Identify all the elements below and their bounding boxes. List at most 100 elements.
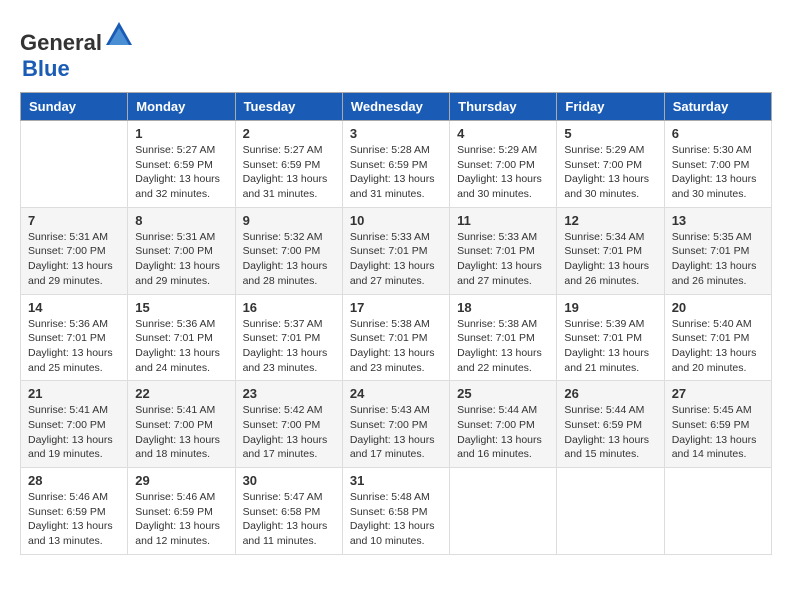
day-info: Sunrise: 5:47 AM Sunset: 6:58 PM Dayligh… xyxy=(243,490,335,549)
calendar-cell: 1Sunrise: 5:27 AM Sunset: 6:59 PM Daylig… xyxy=(128,121,235,208)
day-number: 26 xyxy=(564,386,656,401)
day-number: 21 xyxy=(28,386,120,401)
day-number: 22 xyxy=(135,386,227,401)
calendar-cell: 23Sunrise: 5:42 AM Sunset: 7:00 PM Dayli… xyxy=(235,381,342,468)
calendar-cell: 12 Sunrise: 5:34 AM Sunset: 7:01 PM Dayli… xyxy=(557,207,664,294)
calendar-cell: 7 Sunrise: 5:31 AM Sunset: 7:00 PM Daylig… xyxy=(21,207,128,294)
day-number: 19 xyxy=(564,300,656,315)
calendar-week-row: 14 Sunrise: 5:36 AM Sunset: 7:01 PM Dayli… xyxy=(21,294,772,381)
calendar-cell xyxy=(557,468,664,555)
logo-general: General xyxy=(20,30,102,55)
calendar-cell: 30 Sunrise: 5:47 AM Sunset: 6:58 PM Dayli… xyxy=(235,468,342,555)
calendar-week-row: 1Sunrise: 5:27 AM Sunset: 6:59 PM Daylig… xyxy=(21,121,772,208)
day-number: 12 xyxy=(564,213,656,228)
weekday-header-monday: Monday xyxy=(128,93,235,121)
calendar-cell xyxy=(664,468,771,555)
day-info: Sunrise: 5:32 AM Sunset: 7:00 PM Dayligh… xyxy=(243,230,335,289)
day-number: 29 xyxy=(135,473,227,488)
day-number: 16 xyxy=(243,300,335,315)
weekday-header-saturday: Saturday xyxy=(664,93,771,121)
calendar-cell: 29Sunrise: 5:46 AM Sunset: 6:59 PM Dayli… xyxy=(128,468,235,555)
calendar-cell: 19 Sunrise: 5:39 AM Sunset: 7:01 PM Dayli… xyxy=(557,294,664,381)
day-number: 18 xyxy=(457,300,549,315)
weekday-header-wednesday: Wednesday xyxy=(342,93,449,121)
day-info: Sunrise: 5:44 AM Sunset: 7:00 PM Dayligh… xyxy=(457,403,549,462)
day-info: Sunrise: 5:38 AM Sunset: 7:01 PM Dayligh… xyxy=(350,317,442,376)
day-number: 14 xyxy=(28,300,120,315)
day-info: Sunrise: 5:27 AM Sunset: 6:59 PM Dayligh… xyxy=(243,143,335,202)
day-info: Sunrise: 5:46 AM Sunset: 6:59 PM Dayligh… xyxy=(28,490,120,549)
calendar-cell: 31 Sunrise: 5:48 AM Sunset: 6:58 PM Dayli… xyxy=(342,468,449,555)
logo: General Blue xyxy=(20,20,134,82)
calendar-cell: 21 Sunrise: 5:41 AM Sunset: 7:00 PM Dayli… xyxy=(21,381,128,468)
day-number: 13 xyxy=(672,213,764,228)
calendar-cell: 18Sunrise: 5:38 AM Sunset: 7:01 PM Dayli… xyxy=(450,294,557,381)
logo-icon xyxy=(104,20,134,50)
day-info: Sunrise: 5:29 AM Sunset: 7:00 PM Dayligh… xyxy=(457,143,549,202)
calendar-cell: 22 Sunrise: 5:41 AM Sunset: 7:00 PM Dayli… xyxy=(128,381,235,468)
weekday-header-friday: Friday xyxy=(557,93,664,121)
page-header: General Blue xyxy=(20,20,772,82)
weekday-header-sunday: Sunday xyxy=(21,93,128,121)
day-info: Sunrise: 5:48 AM Sunset: 6:58 PM Dayligh… xyxy=(350,490,442,549)
day-info: Sunrise: 5:35 AM Sunset: 7:01 PM Dayligh… xyxy=(672,230,764,289)
calendar-cell: 17 Sunrise: 5:38 AM Sunset: 7:01 PM Dayli… xyxy=(342,294,449,381)
calendar-cell: 9 Sunrise: 5:32 AM Sunset: 7:00 PM Daylig… xyxy=(235,207,342,294)
day-number: 31 xyxy=(350,473,442,488)
calendar-cell: 8 Sunrise: 5:31 AM Sunset: 7:00 PM Daylig… xyxy=(128,207,235,294)
calendar-week-row: 7 Sunrise: 5:31 AM Sunset: 7:00 PM Daylig… xyxy=(21,207,772,294)
day-number: 10 xyxy=(350,213,442,228)
calendar-cell: 5Sunrise: 5:29 AM Sunset: 7:00 PM Daylig… xyxy=(557,121,664,208)
calendar-cell: 2 Sunrise: 5:27 AM Sunset: 6:59 PM Daylig… xyxy=(235,121,342,208)
day-info: Sunrise: 5:28 AM Sunset: 6:59 PM Dayligh… xyxy=(350,143,442,202)
day-info: Sunrise: 5:43 AM Sunset: 7:00 PM Dayligh… xyxy=(350,403,442,462)
day-info: Sunrise: 5:41 AM Sunset: 7:00 PM Dayligh… xyxy=(28,403,120,462)
day-info: Sunrise: 5:27 AM Sunset: 6:59 PM Dayligh… xyxy=(135,143,227,202)
calendar-cell: 24 Sunrise: 5:43 AM Sunset: 7:00 PM Dayli… xyxy=(342,381,449,468)
day-info: Sunrise: 5:31 AM Sunset: 7:00 PM Dayligh… xyxy=(28,230,120,289)
calendar-header-row: SundayMondayTuesdayWednesdayThursdayFrid… xyxy=(21,93,772,121)
day-info: Sunrise: 5:44 AM Sunset: 6:59 PM Dayligh… xyxy=(564,403,656,462)
day-number: 28 xyxy=(28,473,120,488)
day-info: Sunrise: 5:30 AM Sunset: 7:00 PM Dayligh… xyxy=(672,143,764,202)
day-info: Sunrise: 5:33 AM Sunset: 7:01 PM Dayligh… xyxy=(457,230,549,289)
calendar-cell: 16 Sunrise: 5:37 AM Sunset: 7:01 PM Dayli… xyxy=(235,294,342,381)
calendar-cell: 27Sunrise: 5:45 AM Sunset: 6:59 PM Dayli… xyxy=(664,381,771,468)
calendar-cell: 25 Sunrise: 5:44 AM Sunset: 7:00 PM Dayli… xyxy=(450,381,557,468)
weekday-header-tuesday: Tuesday xyxy=(235,93,342,121)
day-number: 2 xyxy=(243,126,335,141)
calendar-table: SundayMondayTuesdayWednesdayThursdayFrid… xyxy=(20,92,772,555)
day-info: Sunrise: 5:40 AM Sunset: 7:01 PM Dayligh… xyxy=(672,317,764,376)
day-number: 7 xyxy=(28,213,120,228)
day-number: 8 xyxy=(135,213,227,228)
weekday-header-thursday: Thursday xyxy=(450,93,557,121)
day-number: 9 xyxy=(243,213,335,228)
day-number: 4 xyxy=(457,126,549,141)
day-number: 6 xyxy=(672,126,764,141)
calendar-cell: 4 Sunrise: 5:29 AM Sunset: 7:00 PM Daylig… xyxy=(450,121,557,208)
calendar-cell: 14 Sunrise: 5:36 AM Sunset: 7:01 PM Dayli… xyxy=(21,294,128,381)
day-number: 20 xyxy=(672,300,764,315)
day-info: Sunrise: 5:39 AM Sunset: 7:01 PM Dayligh… xyxy=(564,317,656,376)
day-number: 3 xyxy=(350,126,442,141)
day-number: 17 xyxy=(350,300,442,315)
day-info: Sunrise: 5:31 AM Sunset: 7:00 PM Dayligh… xyxy=(135,230,227,289)
day-number: 27 xyxy=(672,386,764,401)
calendar-week-row: 28 Sunrise: 5:46 AM Sunset: 6:59 PM Dayli… xyxy=(21,468,772,555)
day-info: Sunrise: 5:29 AM Sunset: 7:00 PM Dayligh… xyxy=(564,143,656,202)
calendar-week-row: 21 Sunrise: 5:41 AM Sunset: 7:00 PM Dayli… xyxy=(21,381,772,468)
calendar-cell: 15Sunrise: 5:36 AM Sunset: 7:01 PM Dayli… xyxy=(128,294,235,381)
day-info: Sunrise: 5:36 AM Sunset: 7:01 PM Dayligh… xyxy=(135,317,227,376)
day-info: Sunrise: 5:41 AM Sunset: 7:00 PM Dayligh… xyxy=(135,403,227,462)
day-number: 25 xyxy=(457,386,549,401)
calendar-cell: 28 Sunrise: 5:46 AM Sunset: 6:59 PM Dayli… xyxy=(21,468,128,555)
day-info: Sunrise: 5:36 AM Sunset: 7:01 PM Dayligh… xyxy=(28,317,120,376)
calendar-cell: 11Sunrise: 5:33 AM Sunset: 7:01 PM Dayli… xyxy=(450,207,557,294)
day-info: Sunrise: 5:34 AM Sunset: 7:01 PM Dayligh… xyxy=(564,230,656,289)
day-info: Sunrise: 5:37 AM Sunset: 7:01 PM Dayligh… xyxy=(243,317,335,376)
calendar-cell: 3 Sunrise: 5:28 AM Sunset: 6:59 PM Daylig… xyxy=(342,121,449,208)
day-number: 24 xyxy=(350,386,442,401)
calendar-cell xyxy=(21,121,128,208)
day-info: Sunrise: 5:33 AM Sunset: 7:01 PM Dayligh… xyxy=(350,230,442,289)
day-number: 30 xyxy=(243,473,335,488)
